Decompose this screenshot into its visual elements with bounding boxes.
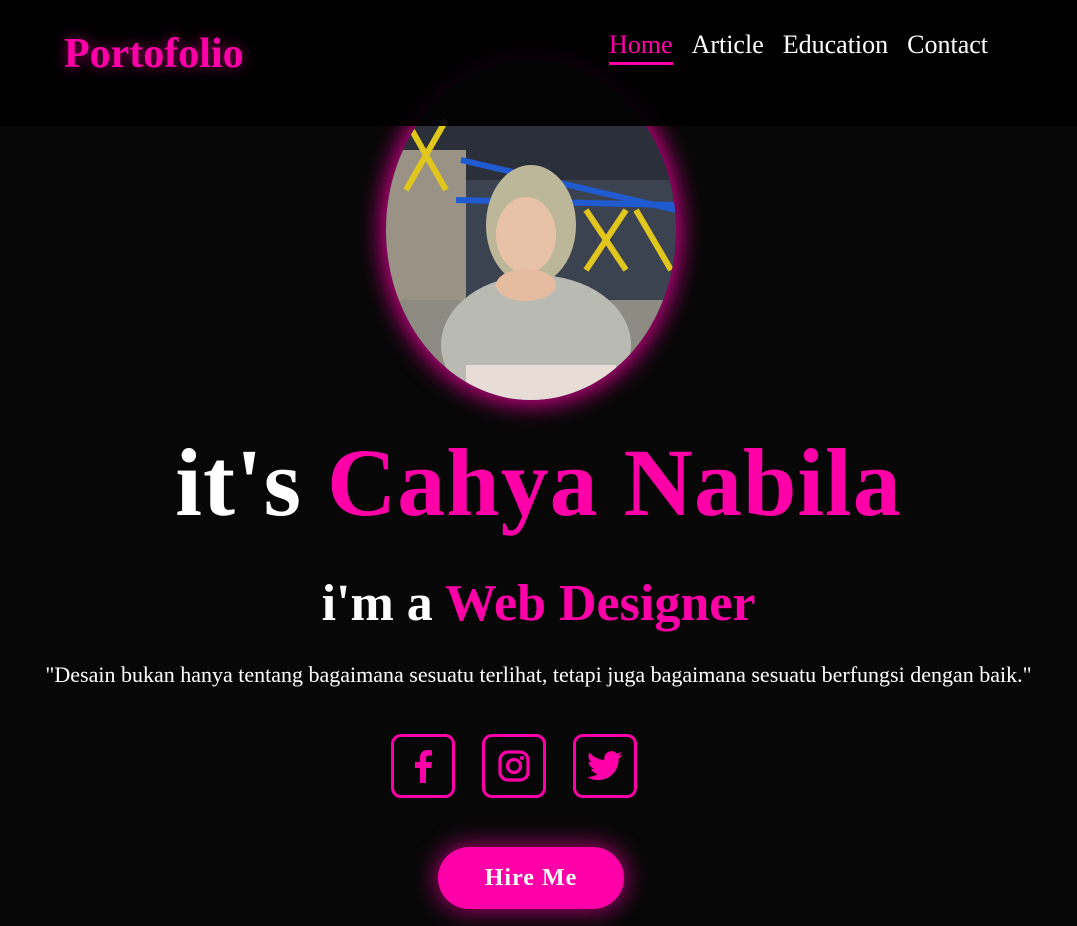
hero-title-name: Cahya Nabila: [326, 429, 902, 536]
hero-subtitle-prefix: i'm a: [321, 575, 433, 632]
main-nav: Home Article Education Contact: [609, 30, 988, 65]
twitter-button[interactable]: [573, 734, 637, 798]
site-logo[interactable]: Portofolio: [64, 30, 244, 78]
instagram-icon: [498, 750, 530, 782]
social-links: [391, 734, 637, 798]
facebook-button[interactable]: [391, 734, 455, 798]
site-header: Portofolio Home Article Education Contac…: [0, 0, 1077, 126]
nav-link-contact[interactable]: Contact: [907, 30, 988, 65]
hero-subtitle: i'm a Web Designer: [0, 574, 1077, 634]
hero-title: it's Cahya Nabila: [0, 428, 1077, 538]
portfolio-page: Portofolio Home Article Education Contac…: [0, 0, 1077, 926]
hero-subtitle-role: Web Designer: [444, 575, 756, 632]
instagram-button[interactable]: [482, 734, 546, 798]
twitter-icon: [587, 751, 623, 781]
nav-link-home[interactable]: Home: [609, 30, 673, 65]
hero-title-prefix: it's: [175, 429, 302, 536]
hero-quote: "Desain bukan hanya tentang bagaimana se…: [45, 662, 1032, 687]
nav-link-article[interactable]: Article: [692, 30, 764, 65]
facebook-icon: [415, 750, 432, 783]
hire-me-button[interactable]: Hire Me: [438, 847, 624, 909]
nav-link-education[interactable]: Education: [783, 30, 888, 65]
